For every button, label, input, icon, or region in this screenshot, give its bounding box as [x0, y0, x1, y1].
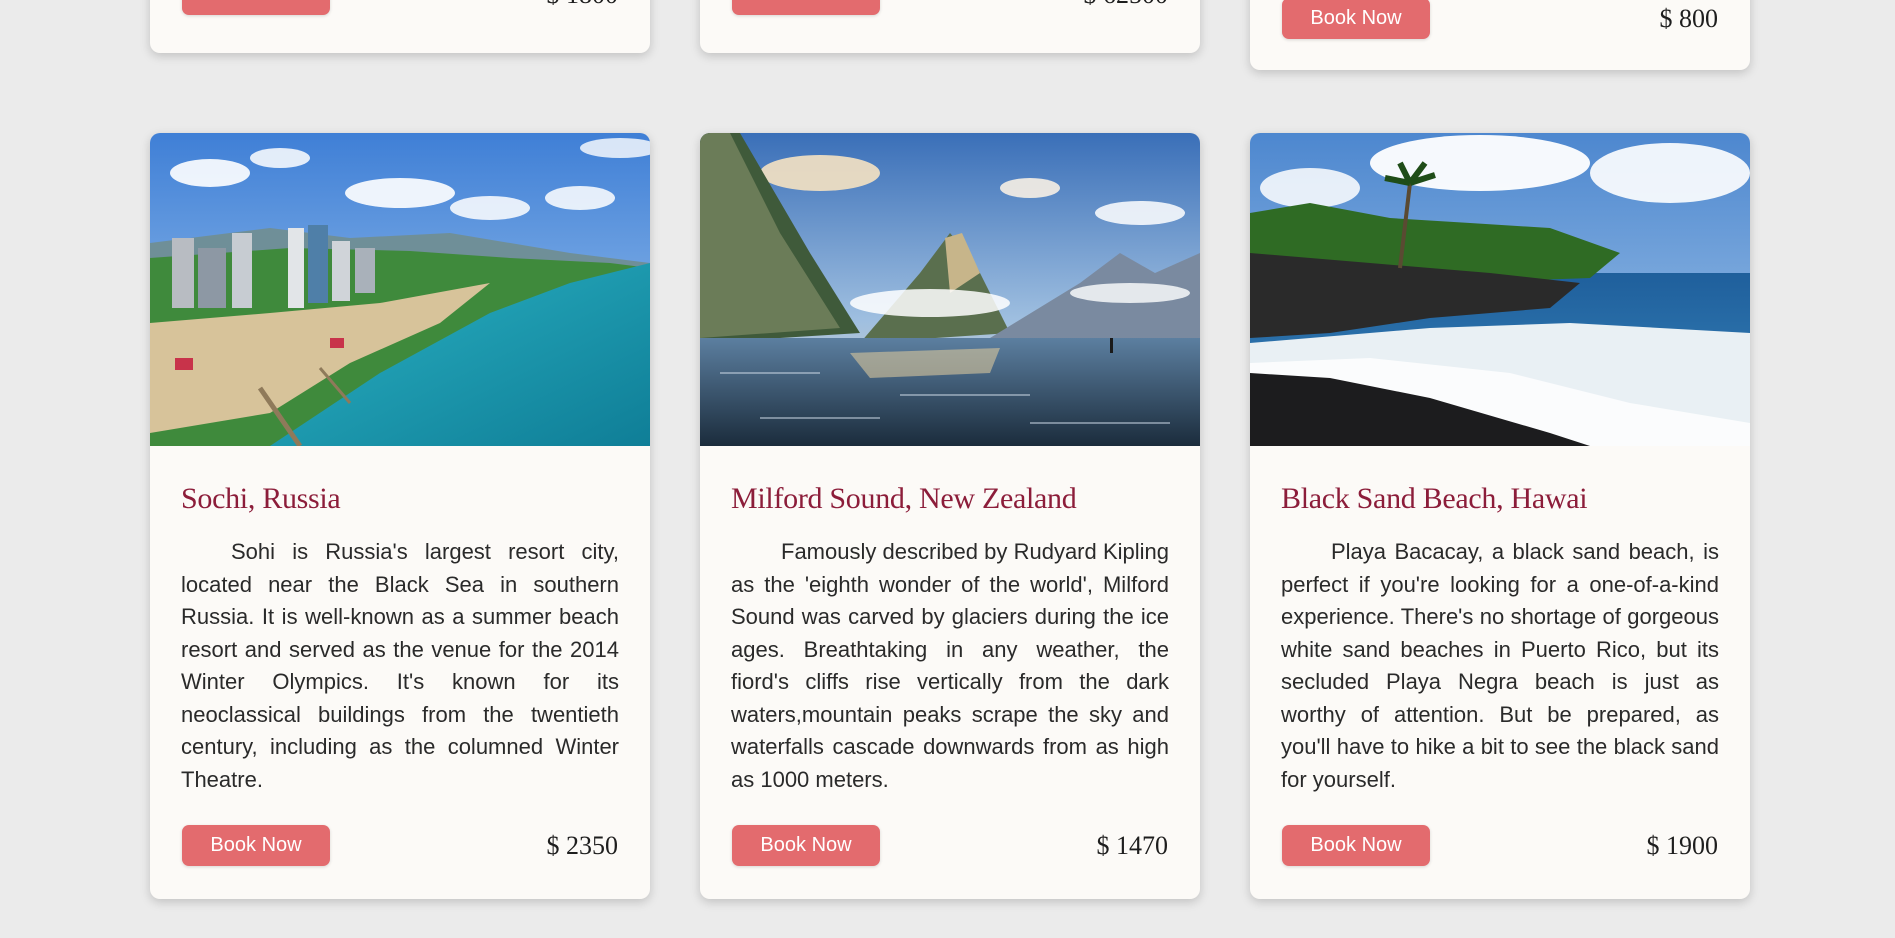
card-title: Sochi, Russia [181, 482, 341, 515]
destination-card-sochi: Sochi, Russia Sohi is Russia's largest r… [150, 133, 650, 899]
destination-card-top-1: Book Now $ 1800 [150, 0, 650, 53]
black-sand-beach-photo [1250, 133, 1750, 446]
price-label: $ 1800 [547, 0, 619, 10]
book-now-button[interactable]: Book Now [732, 0, 880, 15]
price-label: $ 62500 [1084, 0, 1169, 10]
milford-sound-photo [700, 133, 1200, 446]
card-description: Playa Bacacay, a black sand beach, is pe… [1281, 539, 1719, 792]
card-title: Milford Sound, New Zealand [731, 482, 1077, 515]
price-label: $ 1900 [1646, 831, 1719, 860]
destination-card-black-sand-beach: Black Sand Beach, Hawai Playa Bacacay, a… [1250, 133, 1750, 899]
sochi-photo [150, 133, 650, 446]
destination-card-top-2: Book Now $ 62500 [700, 0, 1200, 53]
book-now-button[interactable]: Book Now [182, 0, 330, 15]
card-description: Sohi is Russia's largest resort city, lo… [181, 539, 619, 792]
price-label: $ 2350 [546, 831, 619, 860]
price-label: $ 800 [1659, 4, 1719, 33]
book-now-button[interactable]: Book Now [1282, 825, 1430, 866]
book-now-button[interactable]: Book Now [182, 825, 330, 866]
card-description: Famously described by Rudyard Kipling as… [731, 539, 1169, 792]
book-now-button[interactable]: Book Now [1282, 0, 1430, 39]
destination-card-top-3: Book Now $ 800 [1250, 0, 1750, 70]
card-title: Black Sand Beach, Hawai [1281, 482, 1588, 515]
destination-card-milford-sound: Milford Sound, New Zealand Famously desc… [700, 133, 1200, 899]
price-label: $ 1470 [1096, 831, 1169, 860]
book-now-button[interactable]: Book Now [732, 825, 880, 866]
